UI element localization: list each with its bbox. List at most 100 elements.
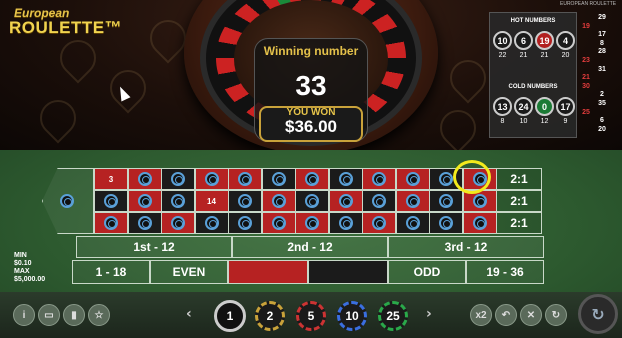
bet-spot-marker xyxy=(171,194,185,208)
decor-leaf xyxy=(442,52,494,104)
history-number: 29 xyxy=(598,14,606,21)
chip-10[interactable]: 10 xyxy=(337,301,367,331)
bet-spot-marker xyxy=(372,194,386,208)
max-value: $5,000.00 xyxy=(14,276,46,283)
column-bet-top[interactable]: 2:1 xyxy=(496,168,542,190)
dozen-2nd[interactable]: 2nd - 12 xyxy=(232,236,388,258)
cold-number-ball: 17 xyxy=(556,97,575,116)
number-cell[interactable] xyxy=(362,168,396,190)
chip-25[interactable]: 25 xyxy=(378,301,408,331)
bet-spot-marker xyxy=(472,216,487,230)
number-cell[interactable] xyxy=(429,212,463,234)
bet-spot-marker xyxy=(137,172,152,186)
number-cell[interactable] xyxy=(228,190,262,212)
dozen-3rd[interactable]: 3rd - 12 xyxy=(388,236,544,258)
chips-left-arrow-icon[interactable]: ‹ xyxy=(186,306,192,322)
number-cell[interactable] xyxy=(94,190,128,212)
number-cell[interactable]: 14 xyxy=(194,190,229,212)
number-cell[interactable] xyxy=(127,212,162,234)
spin-button[interactable]: ↻ xyxy=(578,294,618,334)
number-cell[interactable] xyxy=(261,190,296,212)
history-list: 29 19 17 8 28 23 31 21 30 2 35 25 6 20 xyxy=(579,14,619,136)
column-bet-bottom[interactable]: 2:1 xyxy=(496,212,542,234)
min-label: MIN xyxy=(14,252,27,259)
undo-icon[interactable]: ↶ xyxy=(495,304,517,326)
bet-spot-marker xyxy=(405,172,420,186)
roulette-game: European ROULETTE™ EUROPEAN ROULETTE Win… xyxy=(0,0,622,338)
number-cell[interactable] xyxy=(261,168,296,190)
hot-numbers-row: 10 6 19 4 xyxy=(493,31,575,50)
number-cell[interactable] xyxy=(194,212,229,234)
bet-spot-marker xyxy=(137,216,152,230)
black-bet[interactable] xyxy=(308,260,388,284)
number-cell[interactable] xyxy=(395,190,430,212)
clear-bets-icon[interactable]: ✕ xyxy=(520,304,542,326)
number-cell[interactable] xyxy=(228,212,262,234)
number-cell[interactable] xyxy=(328,190,363,212)
number-cell[interactable] xyxy=(362,212,396,234)
column-bet-middle[interactable]: 2:1 xyxy=(496,190,542,212)
number-cell[interactable] xyxy=(228,168,262,190)
number-cell[interactable] xyxy=(395,212,430,234)
number-cell[interactable] xyxy=(429,190,463,212)
number-cell[interactable] xyxy=(127,190,162,212)
low-bet[interactable]: 1 - 18 xyxy=(72,260,150,284)
bet-spot-marker xyxy=(338,172,353,186)
bet-spot-marker xyxy=(405,194,420,208)
number-cell[interactable]: 3 xyxy=(94,168,128,190)
number-cell[interactable] xyxy=(295,168,329,190)
red-bet[interactable] xyxy=(228,260,308,284)
info-button[interactable]: i xyxy=(13,304,35,326)
number-cell[interactable] xyxy=(161,190,195,212)
hot-numbers-counts: 22 21 21 20 xyxy=(493,52,575,59)
history-number: 30 xyxy=(582,82,590,90)
number-cell[interactable] xyxy=(261,212,296,234)
number-cell[interactable] xyxy=(94,212,128,234)
bet-spot-marker xyxy=(372,216,386,230)
cold-numbers-row: 13 24 0 17 xyxy=(493,97,575,116)
bet-spot-marker xyxy=(104,194,118,208)
number-cell[interactable] xyxy=(328,168,363,190)
chip-2[interactable]: 2 xyxy=(255,301,285,331)
number-cell[interactable] xyxy=(127,168,162,190)
bet-spot-marker xyxy=(137,194,152,208)
number-cell[interactable] xyxy=(362,190,396,212)
history-number: 23 xyxy=(582,57,590,64)
favorite-icon[interactable]: ☆ xyxy=(88,304,110,326)
double-bet-button[interactable]: x2 xyxy=(470,304,492,326)
number-cell[interactable] xyxy=(395,168,430,190)
chips-right-arrow-icon[interactable]: › xyxy=(426,306,432,322)
history-number: 19 xyxy=(582,22,590,30)
even-bet[interactable]: EVEN xyxy=(150,260,228,284)
winning-bet-highlight xyxy=(453,160,491,194)
cold-number-ball: 0 xyxy=(535,97,554,116)
zero-bet-marker xyxy=(60,194,74,208)
number-cell[interactable] xyxy=(194,168,229,190)
chip-1[interactable]: 1 xyxy=(214,300,246,332)
number-cell[interactable] xyxy=(328,212,363,234)
number-cell[interactable] xyxy=(161,168,195,190)
odd-bet[interactable]: ODD xyxy=(388,260,466,284)
bet-spot-marker xyxy=(104,216,118,230)
number-cell[interactable] xyxy=(161,212,195,234)
dozen-1st[interactable]: 1st - 12 xyxy=(76,236,232,258)
chip-5[interactable]: 5 xyxy=(296,301,326,331)
winning-number: 33 xyxy=(295,70,327,101)
hot-number-ball: 4 xyxy=(556,31,575,50)
chat-icon[interactable]: ▭ xyxy=(38,304,60,326)
bet-spot-marker xyxy=(305,172,319,186)
bet-spot-marker xyxy=(204,172,219,186)
min-value: $0.10 xyxy=(14,260,32,267)
number-cell[interactable] xyxy=(462,212,497,234)
window-title: EUROPEAN ROULETTE xyxy=(560,1,617,7)
stats-icon[interactable]: ▮ xyxy=(63,304,85,326)
cold-numbers-title: COLD NUMBERS xyxy=(508,84,558,90)
history-number: 28 xyxy=(598,48,606,56)
decor-leaf xyxy=(432,102,484,154)
number-cell[interactable] xyxy=(295,212,329,234)
history-number: 8 xyxy=(600,39,604,47)
number-cell[interactable] xyxy=(295,190,329,212)
rebet-icon[interactable]: ↻ xyxy=(545,304,567,326)
history-number: 21 xyxy=(582,74,590,82)
high-bet[interactable]: 19 - 36 xyxy=(466,260,544,284)
